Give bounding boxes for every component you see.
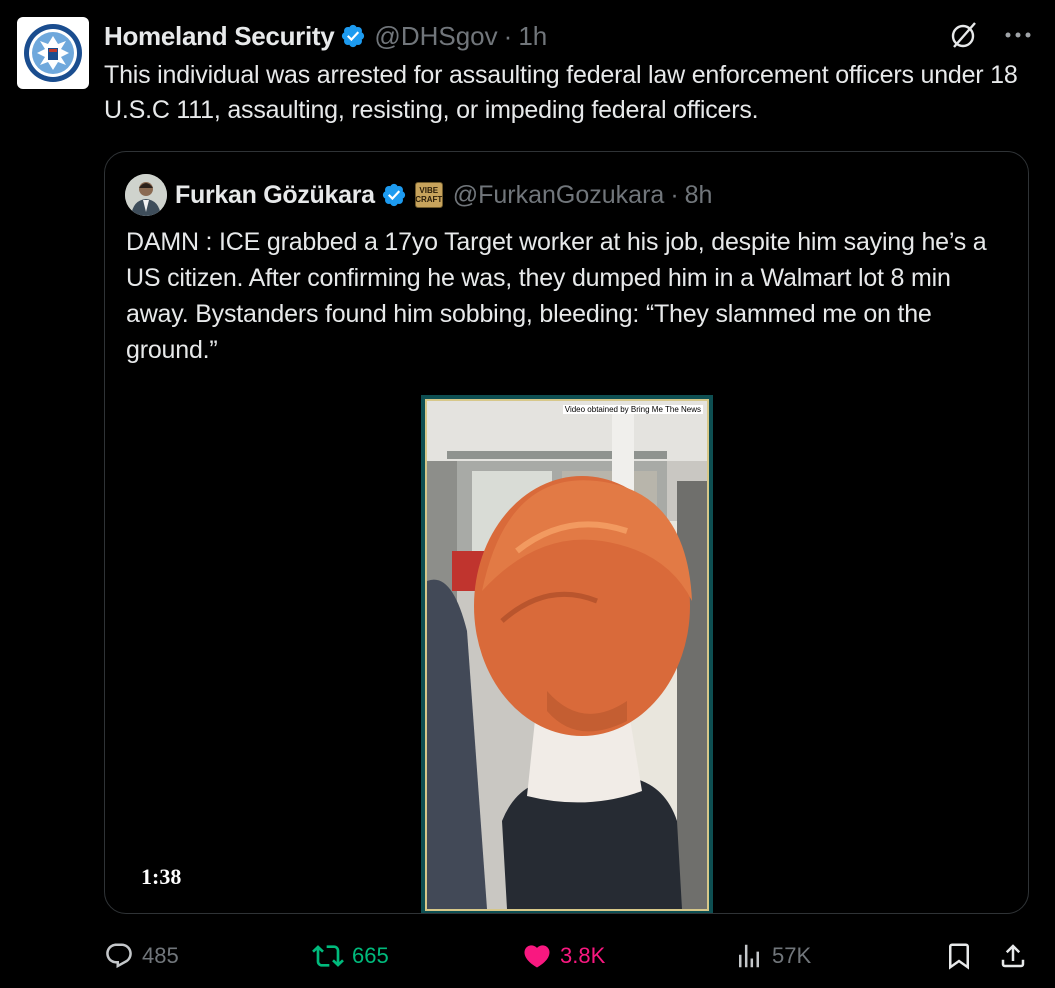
views-button[interactable]: 57K (734, 936, 811, 976)
quoted-tweet[interactable]: Furkan Gözükara VIBE CRAFT @FurkanGozuka… (104, 151, 1029, 914)
verified-badge-icon (382, 183, 405, 207)
quote-author-handle[interactable]: @FurkanGozukara (453, 181, 665, 210)
like-button[interactable]: 3.8K (522, 936, 605, 976)
reply-button[interactable]: 485 (104, 936, 179, 976)
like-count: 3.8K (560, 943, 606, 968)
affiliate-badge-icon[interactable]: VIBE CRAFT (414, 182, 443, 208)
like-icon (524, 945, 550, 968)
author-name[interactable]: Homeland Security (104, 21, 335, 52)
repost-icon (312, 945, 344, 967)
repost-count: 665 (352, 943, 389, 968)
share-button[interactable] (998, 936, 1036, 976)
timestamp[interactable]: 1h (518, 21, 547, 52)
video-thumbnail (427, 401, 707, 909)
share-icon (1001, 944, 1025, 968)
grok-icon[interactable] (949, 20, 979, 50)
bookmark-button[interactable] (944, 936, 982, 976)
reply-count: 485 (142, 943, 179, 968)
video-watermark: Video obtained by Bring Me The News (562, 405, 703, 414)
bookmark-icon (949, 943, 969, 970)
dhs-seal-icon (24, 24, 82, 82)
video-player[interactable]: Video obtained by Bring Me The News (421, 395, 713, 913)
quote-author-name[interactable]: Furkan Gözükara (175, 181, 375, 210)
video-frame: Video obtained by Bring Me The News (425, 399, 709, 911)
tweet-header: Homeland Security @DHSgov · 1h (104, 18, 547, 54)
quote-header: Furkan Gözükara VIBE CRAFT @FurkanGozuka… (125, 174, 712, 216)
reply-icon (106, 943, 132, 969)
separator-dot: · (670, 180, 679, 209)
separator-dot: · (503, 20, 513, 51)
views-icon (739, 944, 759, 968)
action-bar: 485 665 3.8K 57K (104, 936, 1035, 976)
person-icon (125, 174, 167, 216)
top-actions (949, 20, 1033, 50)
more-icon[interactable] (1003, 20, 1033, 50)
verified-badge-icon (342, 24, 365, 48)
repost-button[interactable]: 665 (312, 936, 389, 976)
quote-timestamp[interactable]: 8h (685, 181, 713, 210)
quote-text: DAMN : ICE grabbed a 17yo Target worker … (126, 228, 987, 364)
tweet-text: This individual was arrested for assault… (104, 61, 1018, 124)
author-handle[interactable]: @DHSgov (374, 21, 497, 52)
quote-avatar[interactable] (125, 174, 167, 216)
views-count: 57K (772, 943, 812, 968)
video-duration: 1:38 (141, 864, 182, 889)
dhs-avatar[interactable] (17, 17, 89, 89)
